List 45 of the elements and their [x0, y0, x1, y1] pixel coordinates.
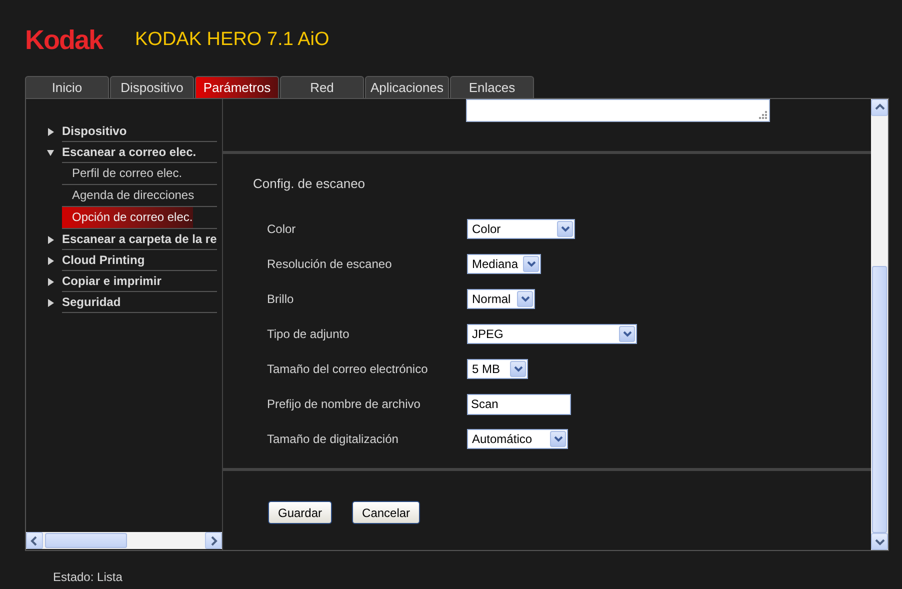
page-title: KODAK HERO 7.1 AiO: [135, 28, 330, 52]
tab[interactable]: Red: [280, 76, 364, 98]
field-label: Brillo: [267, 291, 295, 308]
horizontal-scrollbar[interactable]: [26, 532, 222, 549]
sidebar-subitem[interactable]: Opción de correo elec.: [62, 207, 193, 228]
sidebar-item[interactable]: Escanear a correo elec.: [62, 142, 217, 163]
dropdown[interactable]: Mediana: [467, 254, 541, 274]
action-button[interactable]: Cancelar: [352, 501, 420, 524]
field-label: Color: [267, 221, 297, 238]
resize-grip-icon: [759, 111, 767, 119]
scroll-down-button[interactable]: [871, 533, 888, 550]
dropdown[interactable]: Normal: [467, 289, 535, 309]
field-label: Tamaño del correo electrónico: [267, 361, 429, 378]
scroll-left-button[interactable]: [26, 532, 43, 549]
tab[interactable]: Inicio: [25, 76, 109, 98]
text-area[interactable]: [466, 99, 770, 122]
field-label: Tipo de adjunto: [267, 326, 350, 343]
vertical-scrollbar[interactable]: [871, 99, 888, 550]
scrollbar-thumb[interactable]: [45, 533, 127, 548]
dropdown[interactable]: Color: [467, 219, 575, 239]
tab[interactable]: Parámetros: [195, 76, 279, 98]
field-label: Tamaño de digitalización: [267, 431, 400, 448]
sidebar-item[interactable]: Cloud Printing: [62, 250, 217, 271]
sidebar-item[interactable]: Copiar e imprimir: [62, 271, 217, 292]
dropdown[interactable]: 5 MB: [467, 359, 528, 379]
field-label: Resolución de escaneo: [267, 256, 393, 273]
sidebar-item[interactable]: Dispositivo: [62, 121, 217, 142]
action-button[interactable]: Guardar: [268, 501, 332, 524]
sidebar-item[interactable]: Escanear a carpeta de la re: [62, 229, 217, 250]
field-label: Prefijo de nombre de archivo: [267, 396, 422, 413]
input-field[interactable]: Scan: [467, 394, 571, 414]
sidebar-subitem[interactable]: Agenda de direcciones: [62, 185, 217, 206]
status-text: Estado: Lista: [53, 569, 122, 586]
tab[interactable]: Aplicaciones: [365, 76, 449, 98]
sidebar-subitem[interactable]: Perfil de correo elec.: [62, 163, 217, 184]
dropdown[interactable]: JPEG: [467, 324, 637, 344]
tab[interactable]: Dispositivo: [110, 76, 194, 98]
dropdown[interactable]: Automático: [467, 429, 568, 449]
scroll-up-button[interactable]: [871, 99, 888, 116]
scroll-right-button[interactable]: [205, 532, 222, 549]
logo: Kodak: [25, 24, 104, 57]
tab[interactable]: Enlaces: [450, 76, 534, 98]
scrollbar-thumb[interactable]: [872, 266, 887, 533]
sidebar-item[interactable]: Seguridad: [62, 292, 217, 313]
section-title: Config. de escaneo: [253, 175, 366, 193]
